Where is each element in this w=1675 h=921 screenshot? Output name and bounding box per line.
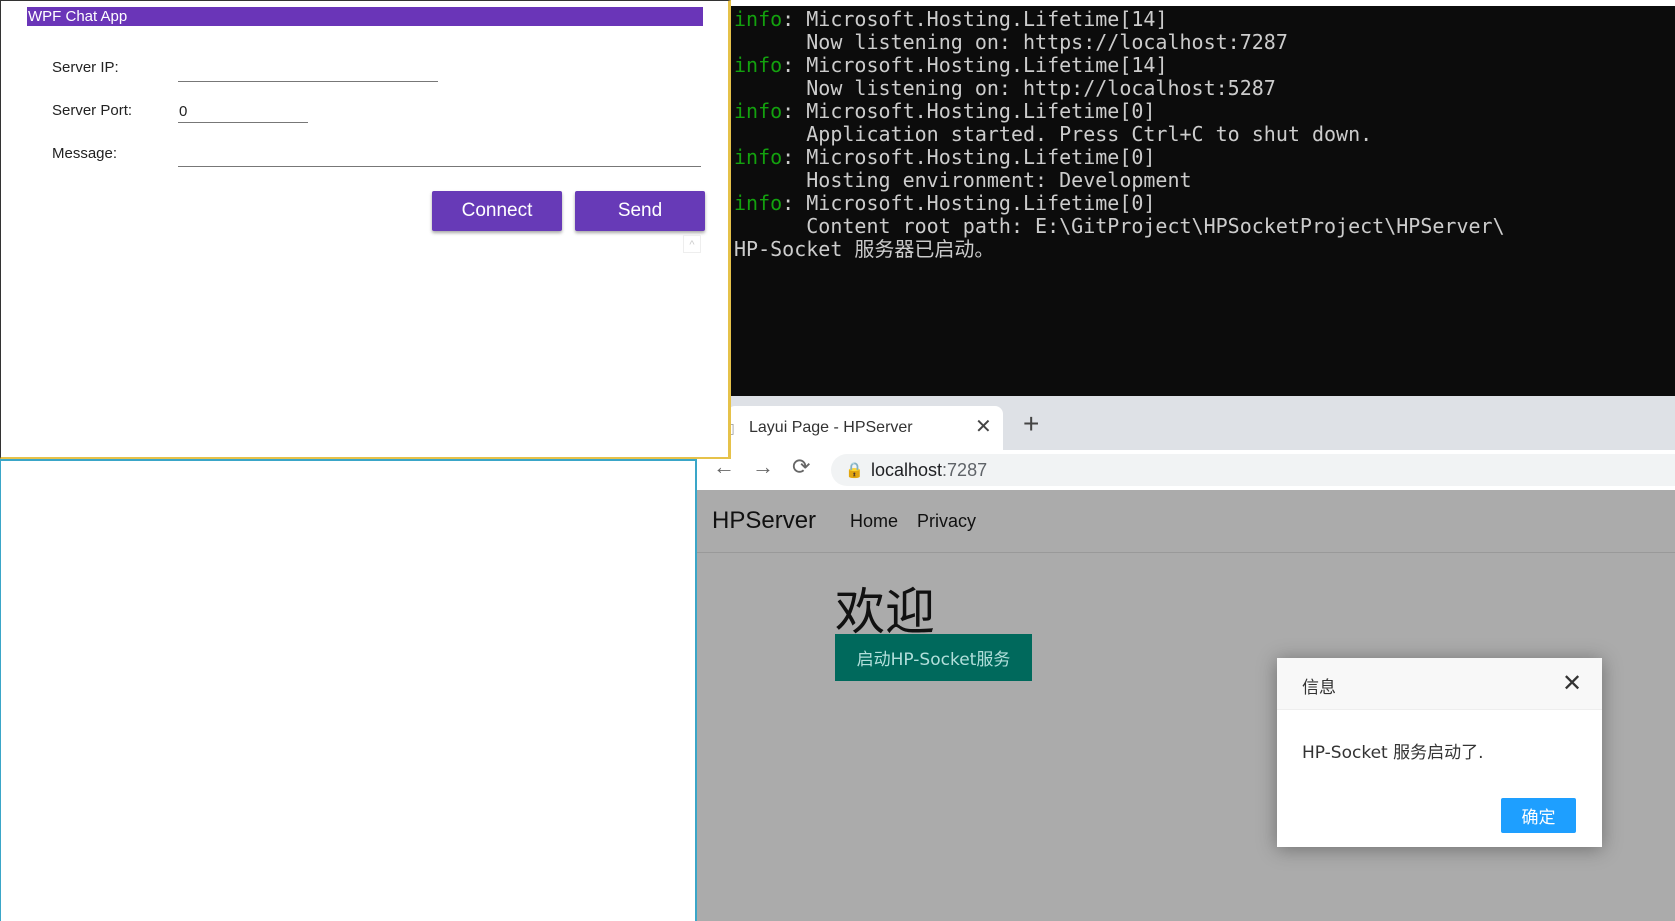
new-tab-icon[interactable]: +	[1023, 408, 1039, 440]
url-input[interactable]: 🔒 localhost:7287	[831, 454, 1675, 486]
dialog-message: HP-Socket 服务启动了.	[1302, 743, 1484, 763]
info-dialog: 信息 ✕ HP-Socket 服务启动了. 确定	[1277, 658, 1602, 847]
url-text: localhost:7287	[871, 460, 987, 481]
browser-window: ▯ Layui Page - HPServer ✕ + ← → ⟳ 🔒 loca…	[697, 396, 1675, 921]
scroll-up-icon[interactable]: ^	[683, 235, 701, 253]
site-navbar: HPServer Home Privacy	[697, 490, 1675, 553]
dialog-close-icon[interactable]: ✕	[1562, 669, 1582, 698]
site-brand[interactable]: HPServer	[712, 507, 816, 535]
console-line-text: : Microsoft.Hosting.Lifetime[14]	[782, 7, 1168, 31]
console-info-prefix: info	[734, 7, 783, 31]
console-line-text: : Microsoft.Hosting.Lifetime[0]	[782, 191, 1156, 215]
console-line-text: Now listening on: https://localhost:7287	[734, 30, 1288, 54]
address-bar: ← → ⟳ 🔒 localhost:7287	[697, 450, 1675, 490]
send-button[interactable]: Send	[575, 191, 705, 231]
console-line: HP-Socket 服务器已启动。	[734, 238, 1675, 261]
web-page: HPServer Home Privacy 欢迎 启动HP-Socket服务 信…	[697, 490, 1675, 921]
tab-close-icon[interactable]: ✕	[975, 414, 992, 439]
console-line-text: : Microsoft.Hosting.Lifetime[14]	[782, 53, 1168, 77]
console-info-prefix: info	[734, 99, 783, 123]
console-line-text: Now listening on: http://localhost:5287	[734, 76, 1276, 100]
tab-layui-page[interactable]: ▯ Layui Page - HPServer ✕	[727, 406, 1003, 450]
console-line-text: Hosting environment: Development	[734, 168, 1192, 192]
url-port: :7287	[942, 460, 988, 480]
console-line-text: Application started. Press Ctrl+C to shu…	[734, 122, 1373, 146]
dialog-header: 信息 ✕	[1277, 658, 1602, 710]
start-hpsocket-button[interactable]: 启动HP-Socket服务	[835, 634, 1032, 681]
nav-privacy-link[interactable]: Privacy	[917, 511, 976, 532]
server-port-label: Server Port:	[52, 102, 133, 119]
console-line: info: Microsoft.Hosting.Lifetime[0]	[734, 100, 1675, 123]
console-line: info: Microsoft.Hosting.Lifetime[14]	[734, 54, 1675, 77]
message-label: Message:	[52, 145, 118, 162]
console-line: info: Microsoft.Hosting.Lifetime[0]	[734, 146, 1675, 169]
console-line-text: : Microsoft.Hosting.Lifetime[0]	[782, 145, 1156, 169]
dialog-title: 信息	[1302, 678, 1336, 698]
console-line-text: HP-Socket 服务器已启动。	[734, 237, 995, 261]
wpf-title-bar: WPF Chat App	[27, 7, 703, 26]
nav-home-link[interactable]: Home	[850, 511, 898, 532]
console-info-prefix: info	[734, 53, 783, 77]
server-console: info: Microsoft.Hosting.Lifetime[14] Now…	[731, 6, 1675, 396]
blank-window	[0, 459, 697, 921]
wpf-chat-window: WPF Chat App Server IP: Server Port: Mes…	[0, 0, 731, 459]
url-host: localhost	[871, 460, 943, 480]
console-line: Now listening on: http://localhost:5287	[734, 77, 1675, 100]
forward-icon[interactable]: →	[752, 454, 774, 480]
server-ip-input[interactable]	[178, 60, 438, 82]
tab-title: Layui Page - HPServer	[749, 419, 913, 436]
server-ip-label: Server IP:	[52, 59, 119, 76]
console-info-prefix: info	[734, 191, 783, 215]
console-line-text: : Microsoft.Hosting.Lifetime[0]	[782, 99, 1156, 123]
reload-icon[interactable]: ⟳	[792, 454, 810, 480]
console-line: info: Microsoft.Hosting.Lifetime[14]	[734, 8, 1675, 31]
message-input[interactable]	[178, 145, 701, 167]
lock-icon[interactable]: 🔒	[845, 461, 864, 479]
console-line: Application started. Press Ctrl+C to shu…	[734, 123, 1675, 146]
server-port-input[interactable]	[178, 101, 308, 123]
console-line-text: Content root path: E:\GitProject\HPSocke…	[734, 214, 1505, 238]
console-line: Hosting environment: Development	[734, 169, 1675, 192]
console-line: Now listening on: https://localhost:7287	[734, 31, 1675, 54]
tab-strip: ▯ Layui Page - HPServer ✕ +	[697, 396, 1675, 450]
console-line: Content root path: E:\GitProject\HPSocke…	[734, 215, 1675, 238]
connect-button[interactable]: Connect	[432, 191, 562, 231]
dialog-ok-button[interactable]: 确定	[1501, 798, 1576, 833]
console-info-prefix: info	[734, 145, 783, 169]
console-line: info: Microsoft.Hosting.Lifetime[0]	[734, 192, 1675, 215]
